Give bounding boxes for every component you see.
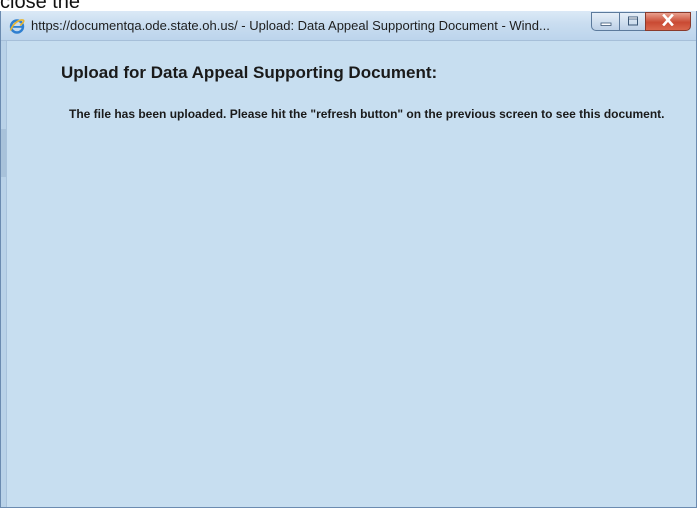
- window-controls: [591, 12, 691, 32]
- window-titlebar[interactable]: https://documentqa.ode.state.oh.us/ - Up…: [1, 11, 696, 41]
- scroll-notch: [1, 129, 6, 177]
- popup-window: https://documentqa.ode.state.oh.us/ - Up…: [0, 11, 697, 508]
- window-title: https://documentqa.ode.state.oh.us/ - Up…: [31, 18, 550, 33]
- close-button[interactable]: [645, 12, 691, 31]
- minimize-button[interactable]: [591, 12, 619, 31]
- page-title: Upload for Data Appeal Supporting Docume…: [61, 63, 438, 82]
- minimize-icon: [600, 13, 612, 31]
- close-icon: [661, 13, 675, 31]
- upload-confirmation-message: The file has been uploaded. Please hit t…: [69, 107, 665, 121]
- maximize-icon: [627, 13, 639, 31]
- maximize-button[interactable]: [619, 12, 645, 31]
- page-content: Upload for Data Appeal Supporting Docume…: [7, 41, 696, 507]
- internet-explorer-icon: [9, 18, 25, 34]
